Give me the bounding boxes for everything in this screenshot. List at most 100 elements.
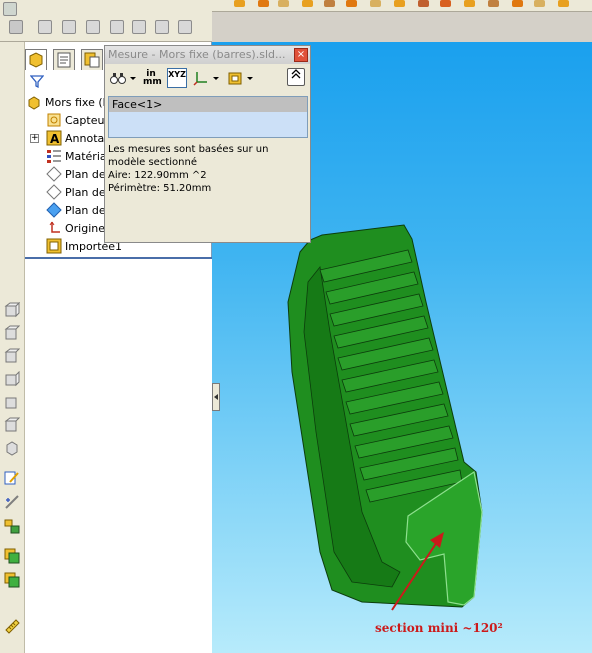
chevron-down-icon [247, 76, 253, 80]
chevron-up-icon [291, 69, 301, 79]
configuration-manager-icon [84, 52, 100, 68]
view-orientation-strip [0, 42, 25, 653]
view-tool-8-icon[interactable] [394, 0, 405, 7]
view-tool-13-icon[interactable] [512, 0, 523, 7]
view-tool-3-icon[interactable] [278, 0, 289, 7]
projection-icon [228, 72, 242, 85]
tree-item-origin[interactable]: Origine [46, 219, 105, 237]
units-precision-button[interactable]: in mm [143, 68, 162, 88]
cube-view-4-icon[interactable] [4, 371, 20, 387]
tab-property-manager[interactable] [53, 49, 75, 70]
view-tool-11-icon[interactable] [464, 0, 475, 7]
results-note: Les mesures sont basées sur un modèle se… [108, 144, 269, 168]
close-button[interactable]: × [294, 48, 308, 62]
selection-list[interactable]: Face<1> [108, 96, 308, 138]
annotation-icon: A [46, 130, 62, 146]
view-tool-4-icon[interactable] [302, 0, 313, 7]
tab-configuration-manager[interactable] [81, 49, 103, 70]
tree-item-plane-1[interactable]: Plan de [46, 165, 106, 183]
binoculars-icon [110, 73, 126, 84]
tree-item-label: Annota [65, 131, 105, 145]
plane-selected-icon [46, 202, 62, 218]
cube-view-3-icon[interactable] [4, 348, 20, 364]
view-tool-7-icon[interactable] [370, 0, 381, 7]
filter-icon[interactable] [30, 74, 44, 88]
collapse-button[interactable] [287, 68, 305, 86]
material-icon [47, 150, 61, 163]
tree-item-annotations[interactable]: A Annota [46, 129, 104, 147]
toolbar-tool-3-icon[interactable] [86, 20, 100, 34]
dimension-icon[interactable] [4, 494, 20, 510]
view-tool-2-icon[interactable] [258, 0, 269, 7]
plane-icon [46, 184, 62, 200]
toolbar-tool-4-icon[interactable] [110, 20, 124, 34]
assembly-icon[interactable] [4, 548, 20, 564]
view-tool-15-icon[interactable] [558, 0, 569, 7]
results-perimeter: Périmètre: 51.20mm [108, 183, 212, 194]
manager-tabs [25, 49, 105, 71]
section-annotation: section mini ~120² [375, 621, 503, 635]
chevron-down-icon [213, 76, 219, 80]
property-manager-icon [57, 52, 71, 68]
tree-item-material[interactable]: Matéria [46, 147, 107, 165]
measure-tool-icon[interactable] [4, 618, 20, 634]
part-icon [28, 96, 40, 110]
view-tool-10-icon[interactable] [440, 0, 451, 7]
component-icon[interactable] [4, 572, 20, 588]
tree-item-sensors[interactable]: Capteu [46, 111, 104, 129]
dialog-title[interactable]: Mesure - Mors fixe (barres).sld... [105, 46, 310, 64]
view-tool-5-icon[interactable] [324, 0, 335, 7]
view-tool-6-icon[interactable] [346, 0, 357, 7]
tree-item-part[interactable]: Mors fixe (b [26, 93, 110, 111]
toolbar-tool-5-icon[interactable] [132, 20, 146, 34]
toolbar-tool-6-icon[interactable] [155, 20, 169, 34]
tree-item-label: Plan de [65, 203, 106, 217]
tree-item-plane-2[interactable]: Plan de [46, 183, 106, 201]
panel-splitter[interactable] [212, 383, 220, 411]
sketch-icon[interactable] [9, 20, 23, 34]
standard-toolbar [0, 0, 212, 42]
xyz-icon: XYZ [167, 68, 187, 88]
plane-icon [46, 166, 62, 182]
view-tool-12-icon[interactable] [488, 0, 499, 7]
selection-item[interactable]: Face<1> [109, 97, 307, 112]
tree-item-label: Matéria [65, 149, 107, 163]
tab-feature-manager[interactable] [25, 49, 47, 70]
expand-annotations-icon[interactable]: + [30, 134, 39, 143]
relation-icon[interactable] [4, 518, 20, 534]
cube-view-1-icon[interactable] [4, 302, 20, 318]
cube-view-7-icon[interactable] [4, 440, 20, 456]
imported-body-icon [46, 238, 62, 254]
arc-circle-options-button[interactable] [110, 68, 136, 88]
toolbar-tool-1-icon[interactable] [38, 20, 52, 34]
cube-view-5-icon[interactable] [4, 394, 20, 410]
tree-item-label: Origine [65, 221, 106, 235]
open-icon[interactable] [3, 2, 17, 16]
coordinate-system-button[interactable] [193, 68, 219, 88]
panel-lower-area [25, 257, 212, 653]
coordinate-axes-icon [193, 72, 207, 86]
measure-results: Les mesures sont basées sur un modèle se… [108, 143, 308, 195]
cube-view-2-icon[interactable] [4, 325, 20, 341]
view-toolbar [212, 0, 592, 12]
cube-view-6-icon[interactable] [4, 417, 20, 433]
origin-icon [49, 221, 60, 233]
units-label: in mm [143, 69, 162, 87]
feature-manager-icon [29, 52, 43, 68]
chevron-down-icon [130, 76, 136, 80]
sketch-plane-icon[interactable] [4, 470, 20, 486]
show-xyz-button[interactable]: XYZ [167, 68, 187, 88]
projection-button[interactable] [227, 68, 253, 88]
tree-item-label: Plan de [65, 167, 106, 181]
tree-item-plane-3[interactable]: Plan de [46, 201, 106, 219]
view-tool-14-icon[interactable] [534, 0, 545, 7]
svg-text:A: A [50, 132, 60, 146]
toolbar-tool-7-icon[interactable] [178, 20, 192, 34]
tree-item-label: Plan de [65, 185, 106, 199]
toolbar-tool-2-icon[interactable] [62, 20, 76, 34]
tree-item-label: Capteu [65, 113, 105, 127]
results-area: Aire: 122.90mm ^2 [108, 170, 207, 181]
view-tool-1-icon[interactable] [234, 0, 245, 7]
measure-dialog: Mesure - Mors fixe (barres).sld... × in … [104, 45, 311, 243]
view-tool-9-icon[interactable] [418, 0, 429, 7]
